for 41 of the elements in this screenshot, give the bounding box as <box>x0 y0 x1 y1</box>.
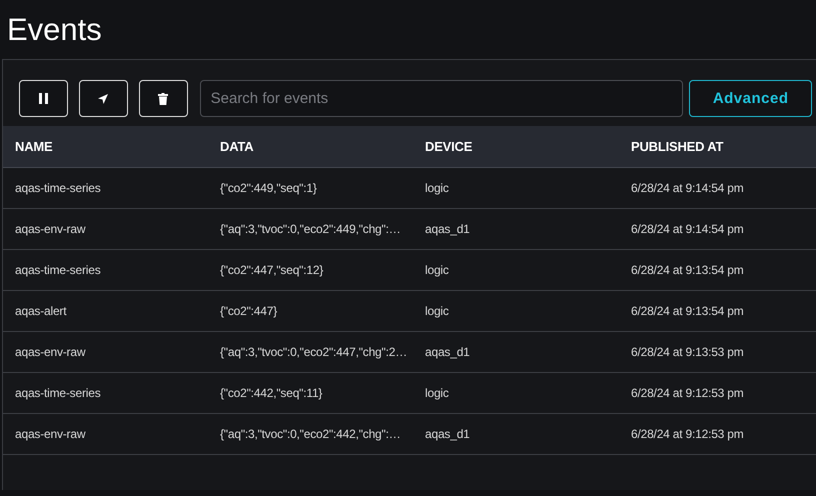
table-cell-text: logic <box>424 386 449 400</box>
table-cell-text: aqas_d1 <box>424 345 470 359</box>
table-cell-text: {"co2":442,"seq":11} <box>219 386 322 400</box>
search-field[interactable]: Search for events <box>200 80 684 117</box>
pause-icon <box>38 93 48 104</box>
column-header: DEVICE <box>424 139 472 154</box>
table-cell-text: aqas-time-series <box>14 263 100 277</box>
table-cell-text: {"co2":449,"seq":1} <box>219 181 317 195</box>
table-cell-text: {"aq":3,"tvoc":0,"eco2":447,"chg":2… <box>219 345 407 359</box>
trash-icon <box>158 92 168 104</box>
table-cell-text: 6/28/24 at 9:12:53 pm <box>630 427 744 441</box>
table-cell-text: aqas-env-raw <box>14 345 86 359</box>
table-cell-text: 6/28/24 at 9:13:54 pm <box>630 304 744 318</box>
page-title: Events <box>6 11 103 49</box>
table-cell-text: 6/28/24 at 9:14:54 pm <box>630 181 744 195</box>
table-cell-text: logic <box>424 304 449 318</box>
advanced-button[interactable]: Advanced <box>689 80 812 117</box>
table-cell-text: logic <box>424 263 449 277</box>
table-cell-text: aqas-env-raw <box>14 222 86 236</box>
table-cell-text: 6/28/24 at 9:13:54 pm <box>630 263 744 277</box>
column-header: NAME <box>14 139 52 154</box>
table-cell-text: {"co2":447,"seq":12} <box>219 263 324 277</box>
table-cell-text: 6/28/24 at 9:14:54 pm <box>630 222 744 236</box>
pause-button[interactable] <box>19 80 68 117</box>
table-cell-text: aqas-env-raw <box>14 427 86 441</box>
table-cell-text: aqas_d1 <box>424 427 470 441</box>
table-cell-text: {"aq":3,"tvoc":0,"eco2":449,"chg":… <box>219 222 401 236</box>
table-cell-text: {"co2":447} <box>219 304 278 318</box>
navigation-arrow-icon <box>98 94 108 104</box>
column-header: PUBLISHED AT <box>630 139 724 154</box>
table-cell-text: logic <box>424 181 449 195</box>
table-cell-text: aqas_d1 <box>424 222 470 236</box>
send-button[interactable] <box>78 80 128 117</box>
table-cell-text: aqas-time-series <box>14 386 100 400</box>
table-cell-text: aqas-time-series <box>14 181 100 195</box>
table-cell-text: 6/28/24 at 9:13:53 pm <box>630 345 744 359</box>
table-cell-text: {"aq":3,"tvoc":0,"eco2":442,"chg":… <box>219 427 401 441</box>
delete-button[interactable] <box>138 80 188 117</box>
table-cell-text: aqas-alert <box>14 304 66 318</box>
table-cell-text: 6/28/24 at 9:12:53 pm <box>630 386 744 400</box>
column-header: DATA <box>219 139 254 154</box>
